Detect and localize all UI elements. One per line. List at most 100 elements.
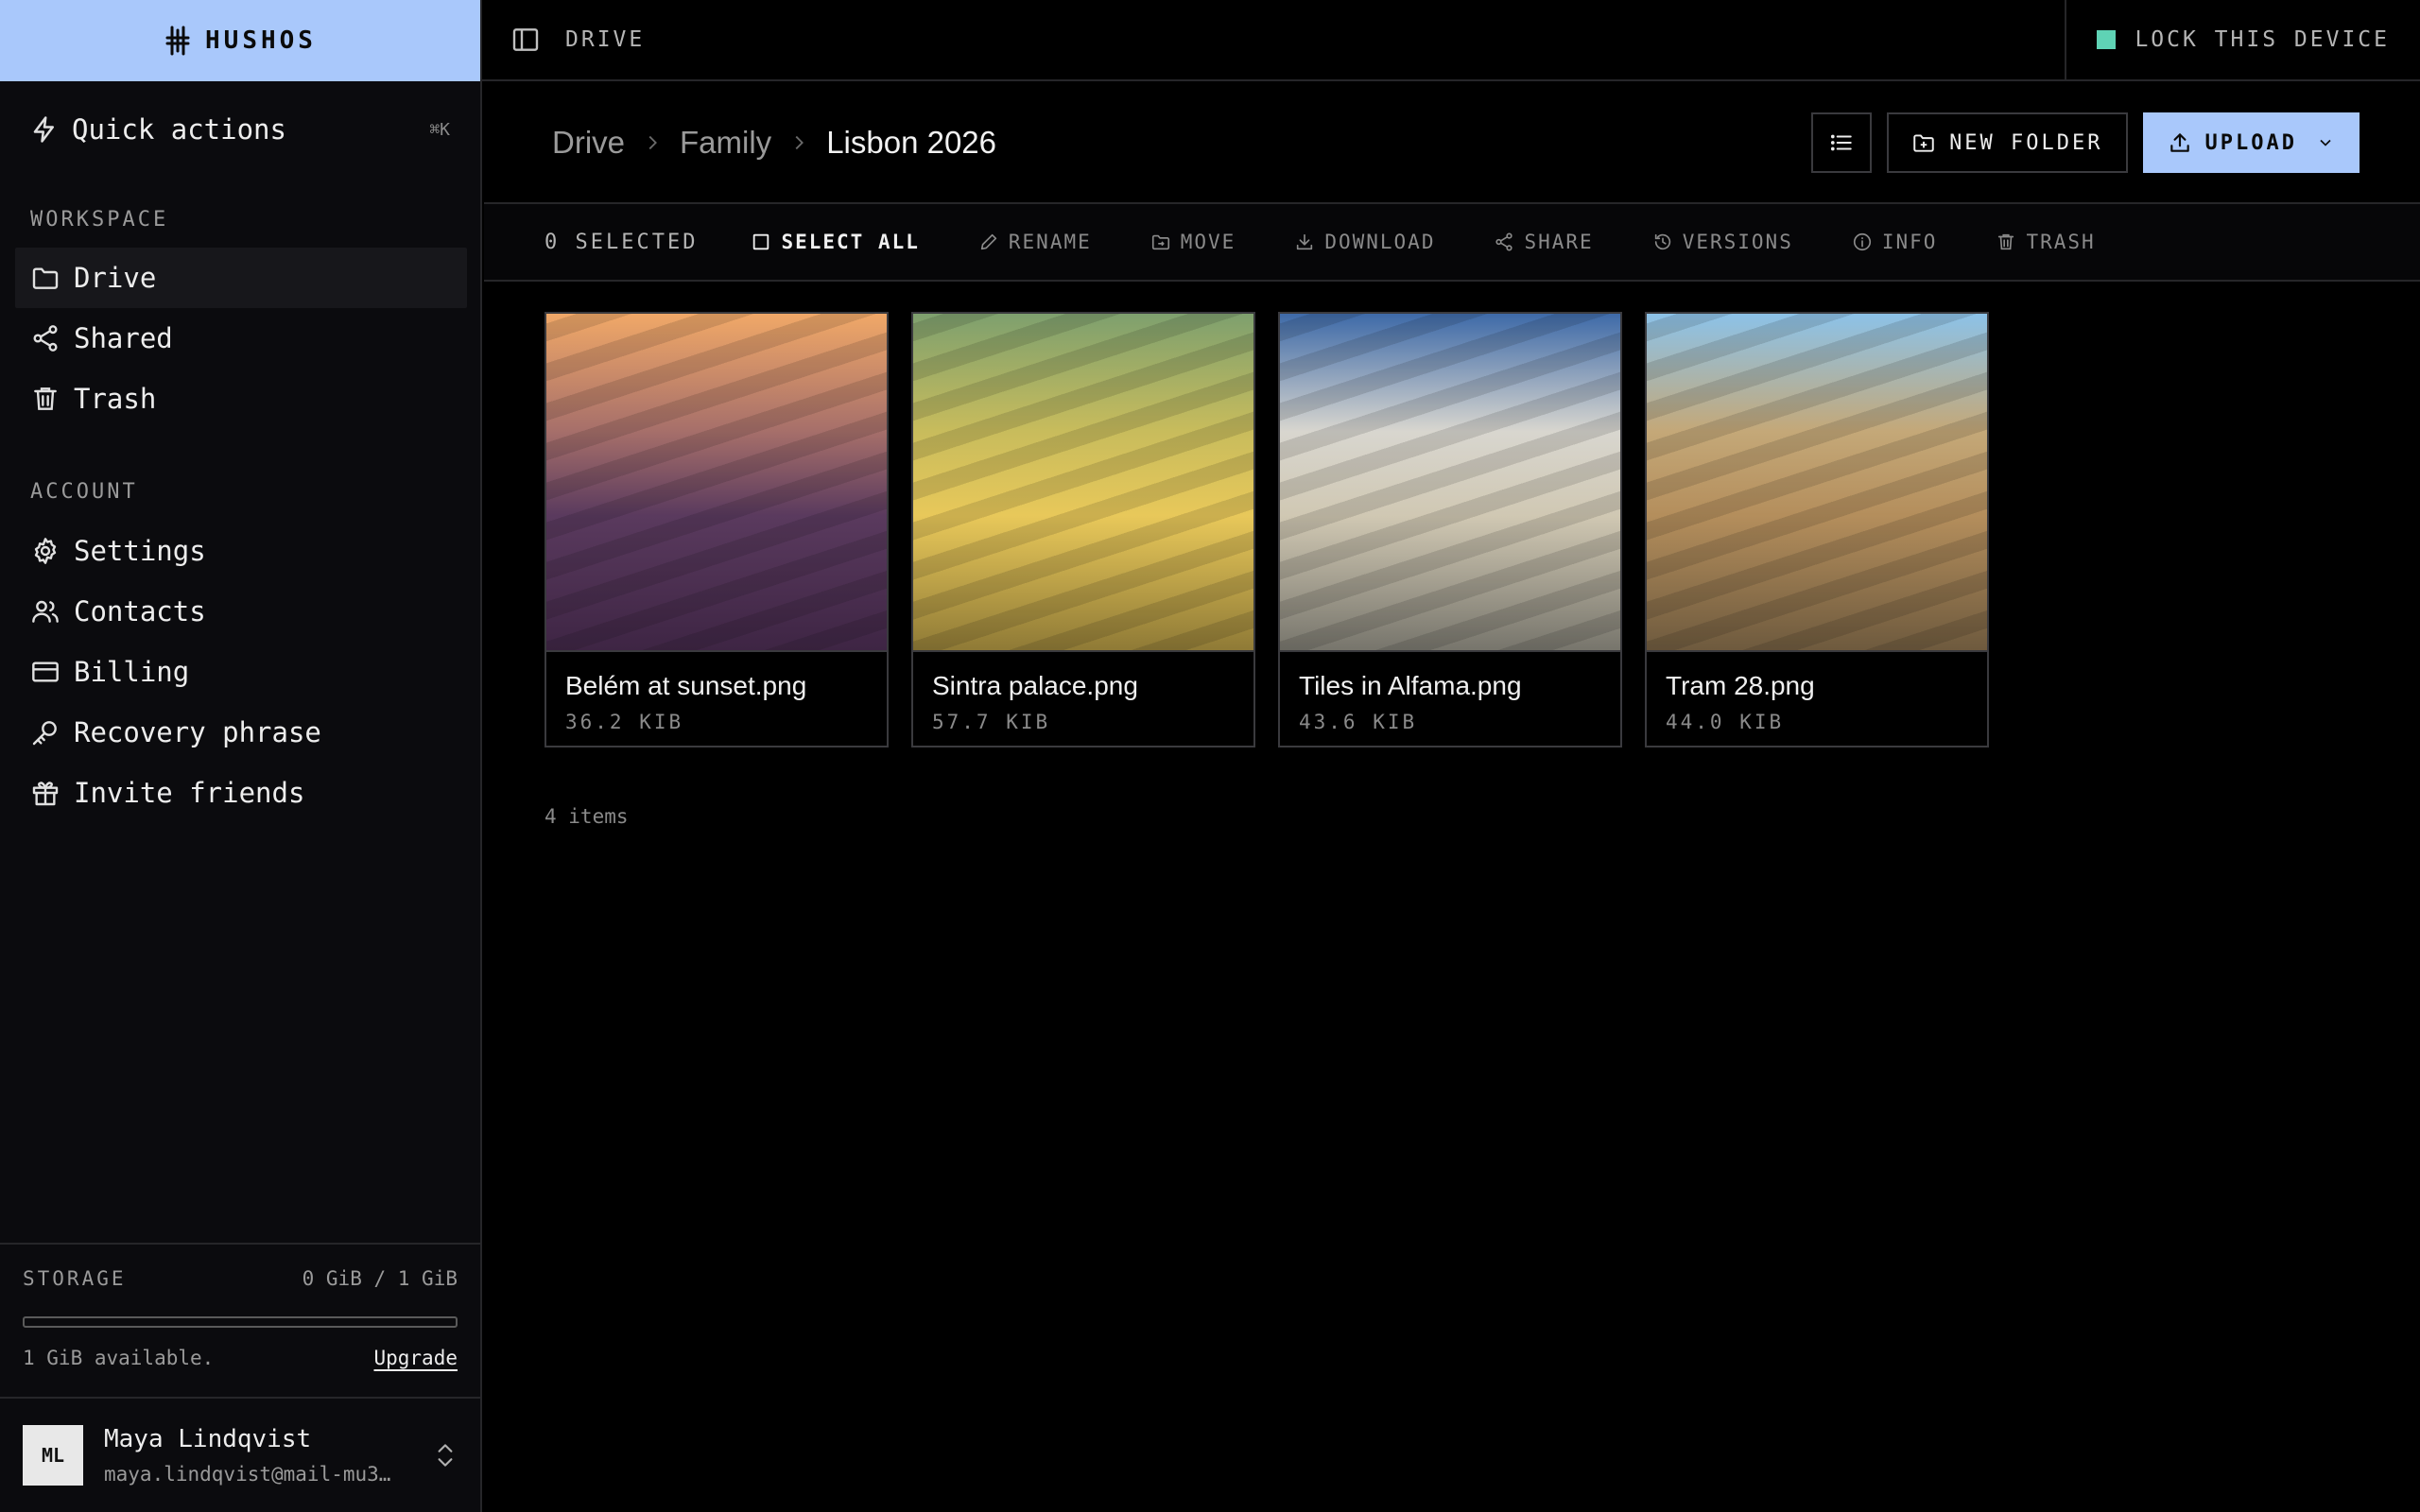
file-card[interactable]: Tiles in Alfama.png 43.6 KIB	[1278, 312, 1622, 747]
sidebar-item-contacts[interactable]: Contacts	[15, 581, 467, 642]
file-card[interactable]: Tram 28.png 44.0 KIB	[1645, 312, 1989, 747]
brand-name: HUSHOS	[205, 26, 317, 55]
move-button[interactable]: MOVE	[1150, 231, 1236, 253]
account-section-label: ACCOUNT	[30, 480, 138, 504]
chevron-down-icon[interactable]	[2316, 133, 2335, 152]
avatar: ML	[23, 1425, 83, 1486]
info-button[interactable]: INFO	[1852, 231, 1938, 253]
breadcrumb-item[interactable]: Family	[680, 125, 771, 161]
storage-panel: STORAGE 0 GiB / 1 GiB 1 GiB available. U…	[0, 1243, 480, 1399]
sidebar-item-label: Billing	[74, 656, 190, 688]
sidebar-item-recovery-phrase[interactable]: Recovery phrase	[15, 702, 467, 763]
file-name: Sintra palace.png	[932, 671, 1138, 700]
hushos-logo-icon	[165, 26, 190, 56]
sidebar-toggle-icon[interactable]	[510, 25, 541, 55]
item-count: 4 items	[544, 805, 629, 828]
share-label: SHARE	[1524, 231, 1594, 253]
breadcrumb-item[interactable]: Drive	[552, 125, 625, 161]
sidebar-item-label: Contacts	[74, 595, 206, 627]
share-button[interactable]: SHARE	[1494, 231, 1593, 253]
users-icon	[32, 600, 59, 623]
file-name: Tram 28.png	[1666, 671, 1815, 700]
gift-icon	[32, 782, 59, 806]
user-menu[interactable]: ML Maya Lindqvist maya.lindqvist@mail-mu…	[0, 1397, 480, 1512]
list-icon	[1831, 134, 1852, 151]
quick-actions[interactable]: Quick actions ⌘K	[30, 106, 450, 153]
file-thumbnail	[1280, 314, 1620, 652]
file-name: Belém at sunset.png	[565, 671, 807, 700]
history-icon	[1654, 233, 1670, 250]
sidebar-item-label: Settings	[74, 535, 206, 567]
file-thumbnail	[1647, 314, 1987, 652]
trash-button[interactable]: TRASH	[1996, 231, 2095, 253]
chevron-up-down-icon	[438, 1444, 453, 1467]
storage-available: 1 GiB available.	[23, 1347, 215, 1369]
sidebar-item-label: Drive	[74, 262, 157, 294]
file-size: 43.6 KIB	[1299, 711, 1418, 733]
quick-actions-shortcut: ⌘K	[429, 119, 450, 140]
info-label: INFO	[1881, 231, 1938, 253]
lightning-icon	[33, 116, 54, 143]
brand-logo[interactable]: HUSHOS	[0, 0, 480, 81]
file-card[interactable]: Sintra palace.png 57.7 KIB	[911, 312, 1255, 747]
move-folder-icon	[1151, 234, 1169, 250]
sidebar-item-drive[interactable]: Drive	[15, 248, 467, 308]
move-label: MOVE	[1180, 231, 1236, 253]
versions-label: VERSIONS	[1682, 231, 1793, 253]
checkbox-icon	[753, 233, 769, 250]
download-label: DOWNLOAD	[1324, 231, 1436, 253]
lock-status-indicator	[2097, 30, 2117, 49]
file-card[interactable]: Belém at sunset.png 36.2 KIB	[544, 312, 889, 747]
rename-label: RENAME	[1008, 231, 1092, 253]
breadcrumb-current: Lisbon 2026	[826, 125, 997, 160]
sidebar-item-invite-friends[interactable]: Invite friends	[15, 763, 467, 823]
upload-button[interactable]: UPLOAD	[2142, 112, 2360, 173]
gear-icon	[34, 538, 57, 564]
rename-button[interactable]: RENAME	[978, 231, 1092, 253]
sidebar-item-label: Invite friends	[74, 777, 305, 809]
trash-label: TRASH	[2026, 231, 2096, 253]
download-button[interactable]: DOWNLOAD	[1294, 231, 1435, 253]
sidebar-item-shared[interactable]: Shared	[15, 308, 467, 369]
share-icon	[1495, 232, 1513, 251]
trash-icon	[34, 387, 57, 410]
file-size: 36.2 KIB	[565, 711, 684, 733]
credit-card-icon	[32, 662, 59, 682]
info-icon	[1853, 232, 1871, 251]
file-size: 57.7 KIB	[932, 711, 1051, 733]
file-size: 44.0 KIB	[1666, 711, 1785, 733]
storage-progress-bar	[23, 1316, 458, 1328]
folder-plus-icon	[1913, 134, 1934, 152]
new-folder-label: NEW FOLDER	[1949, 130, 2103, 155]
list-view-button[interactable]	[1811, 112, 1873, 173]
new-folder-button[interactable]: NEW FOLDER	[1887, 112, 2128, 173]
versions-button[interactable]: VERSIONS	[1652, 231, 1793, 253]
upgrade-link[interactable]: Upgrade	[373, 1347, 458, 1369]
sidebar-item-settings[interactable]: Settings	[15, 521, 467, 581]
storage-label: STORAGE	[23, 1267, 127, 1290]
select-all-label: SELECT ALL	[781, 231, 920, 253]
chevron-right-icon	[795, 135, 804, 150]
workspace-section-label: WORKSPACE	[30, 208, 169, 232]
top-bar: DRIVE LOCK THIS DEVICE	[482, 0, 2420, 81]
folder-icon	[32, 267, 59, 289]
folder-header: Drive Family Lisbon 2026 NEW FOLDER UPLO…	[484, 83, 2420, 204]
sidebar-item-trash[interactable]: Trash	[15, 369, 467, 429]
lock-device-label: LOCK THIS DEVICE	[2135, 27, 2390, 52]
sidebar-item-billing[interactable]: Billing	[15, 642, 467, 702]
select-all-button[interactable]: SELECT ALL	[751, 231, 919, 253]
share-icon	[33, 325, 58, 352]
sidebar: HUSHOS Quick actions ⌘K WORKSPACE Drive …	[0, 0, 482, 1512]
user-email: maya.lindqvist@mail-mu3…	[104, 1463, 391, 1486]
sidebar-item-label: Trash	[74, 383, 157, 415]
file-name: Tiles in Alfama.png	[1299, 671, 1522, 700]
download-icon	[1297, 233, 1313, 250]
file-thumbnail	[913, 314, 1253, 652]
upload-label: UPLOAD	[2204, 130, 2297, 155]
sidebar-item-label: Shared	[74, 322, 173, 354]
selection-toolbar: 0 SELECTED SELECT ALL RENAME MOVE DOWNLO…	[484, 204, 2420, 282]
page-title: DRIVE	[565, 27, 646, 52]
key-icon	[32, 721, 57, 746]
lock-device-button[interactable]: LOCK THIS DEVICE	[2065, 0, 2420, 80]
quick-actions-label: Quick actions	[72, 113, 286, 146]
